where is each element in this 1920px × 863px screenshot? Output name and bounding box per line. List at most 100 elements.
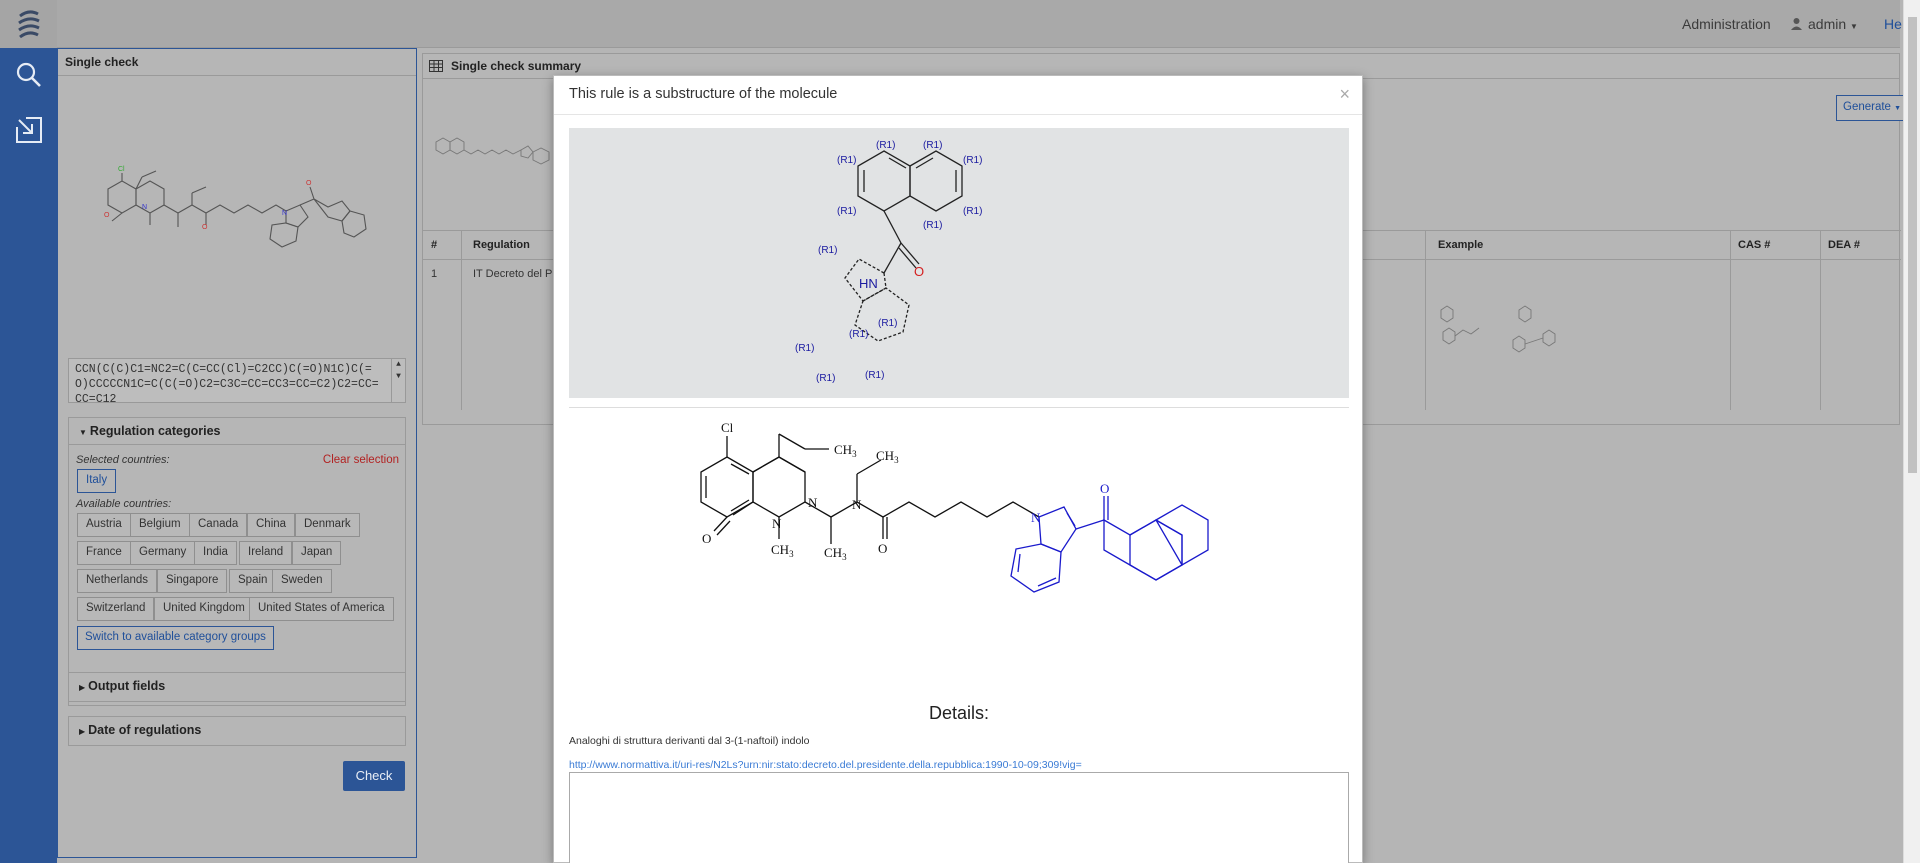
col-divider [1425, 230, 1426, 410]
smiles-input[interactable]: CCN(C(C)C1=NC2=C(C=CC(Cl)=C2CC)C(=O)N1C)… [68, 358, 406, 403]
col-example: Example [1438, 239, 1484, 251]
help-link[interactable]: He [1884, 16, 1902, 32]
rule-r-group-label: (R1) [816, 373, 835, 384]
svg-text:O: O [104, 212, 110, 219]
page-scrollbar[interactable] [1903, 0, 1920, 863]
svg-text:O: O [306, 180, 312, 187]
search-icon[interactable] [0, 50, 57, 100]
details-link[interactable]: http://www.normattiva.it/uri-res/N2Ls?ur… [569, 759, 1082, 771]
nitrogen-label: N [808, 495, 818, 510]
nitrogen-label: N [772, 516, 782, 531]
ketone-oxygen-label: O [1100, 481, 1109, 496]
smiles-text: CCN(C(C)C1=NC2=C(C=CC(Cl)=C2CC)C(=O)N1C)… [75, 363, 379, 403]
clear-selection-link[interactable]: Clear selection [323, 454, 399, 466]
country-india[interactable]: India [194, 541, 237, 565]
col-divider [461, 230, 462, 410]
oxygen-label: O [878, 541, 887, 556]
country-singapore[interactable]: Singapore [157, 569, 228, 593]
details-description: Analoghi di struttura derivanti dal 3-(1… [569, 735, 810, 747]
administration-link[interactable]: Administration [1682, 16, 1771, 32]
modal-header: This rule is a substructure of the molec… [554, 76, 1362, 115]
methyl-label: CH3 [771, 542, 794, 559]
rule-r-group-label: (R1) [963, 206, 982, 217]
rule-r-group-label: (R1) [849, 329, 868, 340]
user-name: admin [1808, 16, 1847, 32]
output-fields-header[interactable]: ▶ Output fields [69, 673, 405, 700]
country-japan[interactable]: Japan [292, 541, 342, 565]
caret-down-icon: ▼ [1894, 105, 1902, 112]
col-dea: DEA # [1828, 239, 1860, 251]
regulation-categories-section: ▼ Regulation categories Selected countrie… [68, 417, 406, 706]
app-logo-icon[interactable] [0, 0, 57, 48]
modal-title: This rule is a substructure of the molec… [569, 86, 838, 102]
modal-divider [569, 407, 1349, 408]
date-of-regulations-header[interactable]: ▶ Date of regulations [69, 717, 405, 744]
summary-molecule-thumbnail [435, 137, 550, 165]
check-button[interactable]: Check [343, 761, 405, 791]
country-spain[interactable]: Spain [229, 569, 277, 593]
selected-country-italy[interactable]: Italy [77, 469, 117, 493]
rule-r-group-label: (R1) [818, 245, 837, 256]
oxygen-label: O [702, 531, 711, 546]
date-of-regulations-section: ▶ Date of regulations [68, 716, 406, 746]
example-structures [1440, 305, 1556, 353]
close-icon[interactable]: × [1339, 84, 1350, 105]
col-regulation: Regulation [473, 239, 530, 251]
row-regulation: IT Decreto del Pre [473, 268, 563, 280]
switch-category-groups-button[interactable]: Switch to available category groups [77, 626, 274, 650]
country-united-states[interactable]: United States of America [249, 597, 394, 621]
col-divider [1730, 230, 1731, 410]
regulation-categories-header[interactable]: ▼ Regulation categories [69, 418, 405, 445]
rule-r-group-label: (R1) [963, 155, 982, 166]
country-denmark[interactable]: Denmark [295, 513, 360, 537]
details-title: Details: [928, 703, 990, 723]
caret-right-icon: ▶ [79, 683, 86, 692]
rule-r-group-label: (R1) [923, 220, 942, 231]
country-sweden[interactable]: Sweden [272, 569, 332, 593]
generate-dropdown[interactable]: Generate ▼ [1836, 95, 1906, 121]
svg-text:N: N [142, 204, 147, 211]
user-menu[interactable]: admin ▼ [1790, 16, 1858, 32]
country-ireland[interactable]: Ireland [239, 541, 293, 565]
export-icon[interactable] [0, 105, 57, 155]
methyl-label: CH3 [876, 448, 899, 465]
svg-text:N: N [282, 210, 287, 217]
country-switzerland[interactable]: Switzerland [77, 597, 155, 621]
substructure-modal: This rule is a substructure of the molec… [553, 75, 1363, 863]
smiles-scrollbar[interactable]: ▲ ▼ [391, 359, 405, 402]
top-bar: Administration admin ▼ He [57, 0, 1902, 48]
caret-down-icon: ▼ [79, 428, 87, 437]
output-fields-section: ▶ Output fields [68, 672, 406, 702]
rule-r-group-label: (R1) [923, 140, 942, 151]
rule-r-group-label: (R1) [865, 370, 884, 381]
rule-r-group-label: (R1) [878, 318, 897, 329]
country-canada[interactable]: Canada [189, 513, 248, 537]
scrollbar-thumb[interactable] [1908, 17, 1917, 473]
country-netherlands[interactable]: Netherlands [77, 569, 158, 593]
rule-r-group-label: (R1) [795, 343, 814, 354]
col-cas: CAS # [1738, 239, 1771, 251]
molecule-thumbnail: O Cl N N O O [104, 166, 367, 248]
country-china[interactable]: China [247, 513, 296, 537]
chevron-down-icon: ▼ [1850, 22, 1858, 31]
available-countries-label: Available countries: [76, 498, 172, 510]
methyl-label: CH3 [834, 442, 857, 459]
country-france[interactable]: France [77, 541, 131, 565]
svg-text:Cl: Cl [118, 166, 125, 173]
regulation-document-frame[interactable] [569, 772, 1349, 863]
chlorine-label: Cl [721, 420, 734, 435]
methyl-label: CH3 [824, 545, 847, 562]
rule-r-group-label: (R1) [837, 155, 856, 166]
icon-rail [0, 0, 57, 863]
country-united-kingdom[interactable]: United Kingdom [154, 597, 254, 621]
country-austria[interactable]: Austria [77, 513, 131, 537]
country-germany[interactable]: Germany [130, 541, 196, 565]
rule-structure: (R1) (R1) (R1) (R1) (R1) (R1) (R1) (R1) … [795, 140, 982, 384]
country-belgium[interactable]: Belgium [130, 513, 190, 537]
nitrogen-label: N [852, 497, 862, 512]
user-icon [1791, 18, 1802, 30]
table-icon [429, 60, 443, 72]
col-divider [1820, 230, 1821, 410]
rule-r-group-label: (R1) [876, 140, 895, 151]
selected-countries-label: Selected countries: [76, 454, 170, 466]
